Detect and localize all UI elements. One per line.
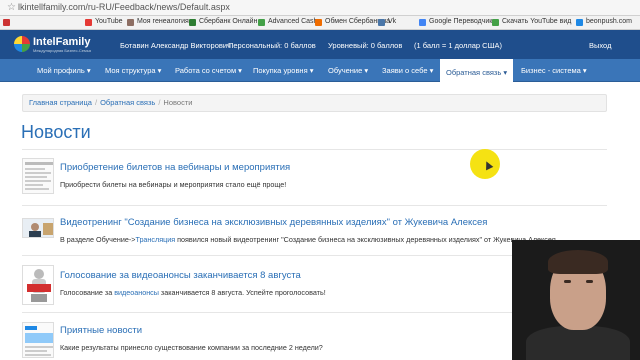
bookmark-genealogy[interactable]: Моя генеалогия [137, 18, 189, 25]
presenter-eye [564, 280, 571, 283]
genealogy-icon [127, 19, 134, 26]
nav-account[interactable]: Работа со счетом ▾ [175, 59, 242, 82]
nav-my-profile[interactable]: Мой профиль ▾ [37, 59, 91, 82]
sberbank-icon [189, 19, 196, 26]
breadcrumb: Главная страница / Обратная связь / Новости [22, 94, 607, 112]
bookmark-vk[interactable]: Vk [388, 18, 396, 25]
news-title[interactable]: Голосование за видеоанонсы заканчивается… [60, 270, 301, 281]
cursor-highlight [470, 149, 500, 179]
news-title[interactable]: Видеотренинг "Создание бизнеса на эксклю… [60, 217, 487, 228]
nav-feedback[interactable]: Обратная связь ▾ [440, 59, 514, 82]
breadcrumb-separator: / [158, 98, 161, 107]
bookmark-youtube[interactable]: YouTube [95, 18, 123, 25]
personal-points: Персональный: 0 баллов [228, 41, 316, 50]
presenter-shirt [526, 326, 630, 360]
news-title[interactable]: Приятные новости [60, 325, 142, 336]
news-desc-text: заканчивается 8 августа. Успейте проголо… [158, 288, 326, 297]
user-name: Ботавин Александр Викторович [120, 41, 231, 50]
nav-business-system[interactable]: Бизнес - система ▾ [521, 59, 587, 82]
news-title[interactable]: Приобретение билетов на вебинары и мероп… [60, 162, 290, 173]
download-icon [492, 19, 499, 26]
bookmark-download[interactable]: Скачать YouTube вид [502, 18, 571, 25]
apps-icon[interactable] [3, 19, 10, 26]
breadcrumb-home[interactable]: Главная страница [29, 98, 92, 107]
advcash-icon [258, 19, 265, 26]
news-desc-text: В разделе Обучение-> [60, 235, 136, 244]
translate-icon [419, 19, 426, 26]
news-thumbnail[interactable] [22, 265, 54, 305]
news-description: В разделе Обучение->Трансляция появился … [60, 235, 558, 244]
divider [22, 205, 607, 206]
bookmark-translate[interactable]: Google Переводчик [429, 18, 492, 25]
breadcrumb-feedback[interactable]: Обратная связь [100, 98, 155, 107]
bookmark-beonpush[interactable]: beonpush.com [586, 18, 632, 25]
bookmark-sberbank[interactable]: Сбербанк Онлайн [199, 18, 257, 25]
news-description: Голосование за видеоанонсы заканчивается… [60, 288, 326, 297]
logo-subtitle: Международная Бизнес-Семья [33, 48, 91, 53]
bookmark-advcash[interactable]: Advanced Cash [268, 18, 317, 25]
webcam-overlay [512, 240, 640, 360]
breadcrumb-current: Новости [163, 98, 193, 107]
nav-buy-level[interactable]: Покупка уровня ▾ [253, 59, 313, 82]
main-nav: Мой профиль ▾ Моя структура ▾ Работа со … [0, 59, 640, 82]
presenter-hair [548, 250, 608, 274]
beonpush-icon [576, 19, 583, 26]
page-title: Новости [21, 122, 91, 142]
news-thumbnail[interactable] [22, 158, 54, 194]
presenter-eye [586, 280, 593, 283]
site-header [0, 30, 640, 59]
news-desc-text: Голосование за [60, 288, 115, 297]
bookmarks-bar: YouTube Моя генеалогия Сбербанк Онлайн A… [0, 16, 640, 30]
news-thumbnail[interactable] [22, 218, 54, 238]
logout-link[interactable]: Выход [589, 41, 611, 50]
exchange-icon [315, 19, 322, 26]
news-description: Какие результаты принесло существование … [60, 343, 323, 352]
youtube-icon [85, 19, 92, 26]
nav-my-structure[interactable]: Моя структура ▾ [105, 59, 161, 82]
breadcrumb-separator: / [94, 98, 98, 107]
broadcast-link[interactable]: Трансляция [135, 235, 175, 244]
star-icon[interactable]: ☆ [7, 2, 16, 13]
points-rate: (1 балл = 1 доллар США) [414, 41, 502, 50]
vk-icon [378, 19, 385, 26]
news-description: Приобрести билеты на вебинары и мероприя… [60, 180, 287, 189]
level-points: Уровневый: 0 баллов [328, 41, 403, 50]
logo-icon[interactable] [14, 36, 30, 52]
news-desc-text: появился новый видеотренинг "Создание би… [175, 235, 558, 244]
site-logo[interactable]: IntelFamily [33, 36, 90, 48]
browser-address-bar[interactable]: ☆ lkintellfamily.com/ru-RU/Feedback/news… [0, 0, 640, 16]
divider [22, 149, 607, 150]
video-announcements-link[interactable]: видеоанонсы [114, 288, 159, 297]
nav-education[interactable]: Обучение ▾ [328, 59, 368, 82]
url-field[interactable]: lkintellfamily.com/ru-RU/Feedback/news/D… [18, 2, 230, 12]
nav-about[interactable]: Заяви о себе ▾ [382, 59, 433, 82]
news-thumbnail[interactable] [22, 322, 54, 358]
